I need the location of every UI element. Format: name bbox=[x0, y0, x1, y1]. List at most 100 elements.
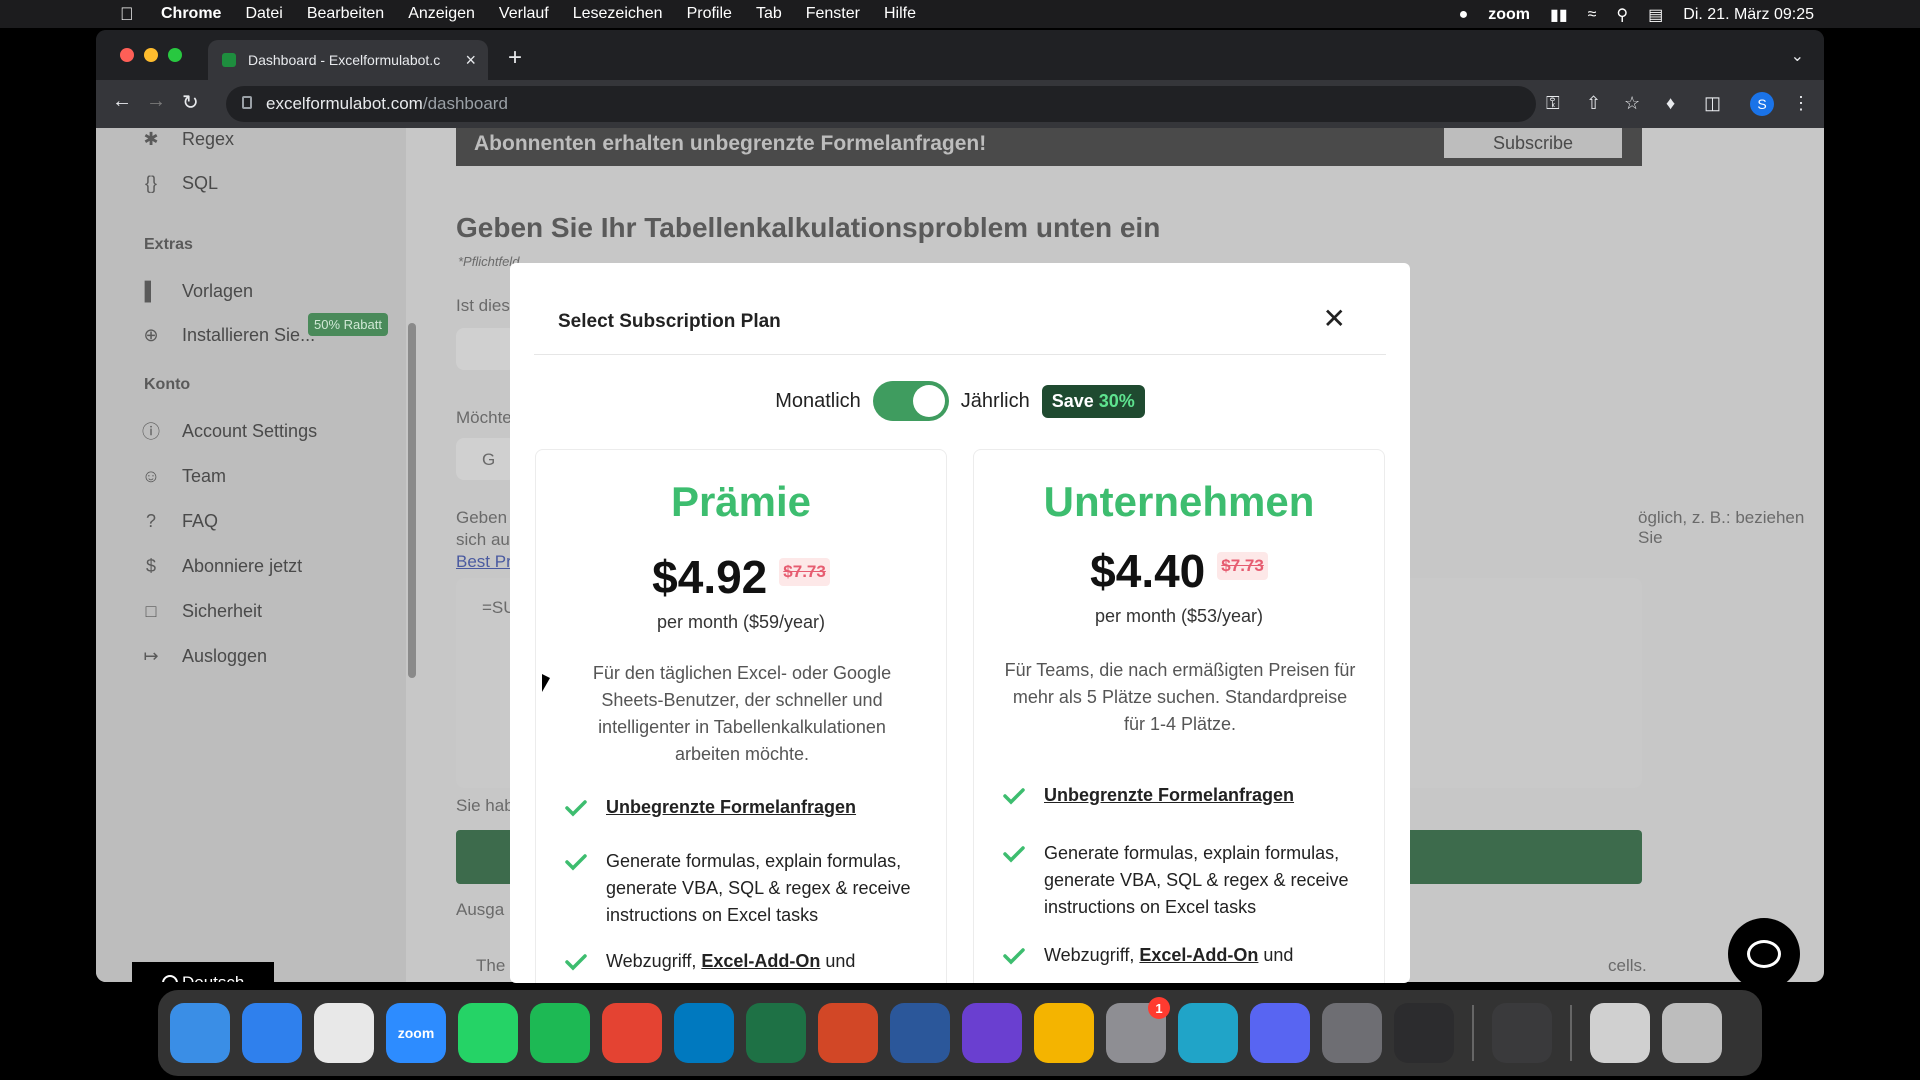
tab-dashboard[interactable]: Dashboard - Excelformulabot.c × bbox=[208, 40, 488, 80]
sidebar-item-faq[interactable]: ? FAQ bbox=[140, 510, 218, 532]
powerpoint-icon[interactable] bbox=[818, 1003, 878, 1063]
reload-icon[interactable]: ↻ bbox=[182, 90, 199, 115]
lock-icon[interactable] bbox=[242, 96, 252, 109]
subscribe-button[interactable]: Subscribe bbox=[1444, 128, 1622, 158]
plan-feature: Unbegrenzte Formelanfragen bbox=[564, 794, 934, 821]
menu-hilfe[interactable]: Hilfe bbox=[884, 5, 916, 23]
menu-app-name[interactable]: Chrome bbox=[161, 5, 221, 23]
language-selector[interactable]: Deutsch bbox=[132, 962, 274, 982]
menu-anzeigen[interactable]: Anzeigen bbox=[408, 5, 475, 23]
side-panel-icon[interactable]: ◫ bbox=[1704, 93, 1721, 114]
menu-bearbeiten[interactable]: Bearbeiten bbox=[307, 5, 384, 23]
sidebar-item-installieren[interactable]: ⊕ Installieren Sie... bbox=[140, 324, 315, 346]
sidebar-scrollbar[interactable] bbox=[408, 323, 416, 678]
instruction-text-2: sich au bbox=[456, 530, 510, 549]
mouse-cursor bbox=[542, 674, 550, 692]
feature-prefix: Webzugriff, bbox=[1044, 945, 1140, 965]
plan-feature: Unbegrenzte Formelanfragen bbox=[1002, 782, 1372, 809]
zoom-status[interactable]: zoom bbox=[1488, 6, 1530, 24]
plan-description: Für Teams, die nach ermäßigten Preisen f… bbox=[1004, 660, 1356, 734]
close-tab-icon[interactable]: × bbox=[465, 50, 476, 71]
plan-card-praemie[interactable]: Prämie $4.92 $7.73 per month ($59/year) … bbox=[535, 449, 947, 983]
password-key-icon[interactable]: ⚿ bbox=[1546, 93, 1560, 114]
minimize-window-button[interactable] bbox=[144, 48, 158, 62]
finder-icon[interactable] bbox=[170, 1003, 230, 1063]
plan-card-unternehmen[interactable]: Unternehmen $4.40 $7.73 per month ($53/y… bbox=[973, 449, 1385, 983]
new-tab-icon[interactable]: + bbox=[508, 44, 522, 72]
save-badge: Save 30% bbox=[1041, 384, 1145, 418]
sidebar-item-regex[interactable]: ✱ Regex bbox=[140, 128, 234, 150]
sidebar-item-vorlagen[interactable]: ▌ Vorlagen bbox=[140, 280, 253, 302]
voice-memos-icon[interactable] bbox=[1394, 1003, 1454, 1063]
browser-icon[interactable] bbox=[1178, 1003, 1238, 1063]
system-settings-icon[interactable]: 1 bbox=[1106, 997, 1170, 1063]
menu-datetime[interactable]: Di. 21. März 09:25 bbox=[1683, 6, 1814, 24]
bookmark-star-icon[interactable]: ☆ bbox=[1624, 93, 1640, 114]
maximize-window-button[interactable] bbox=[168, 48, 182, 62]
yearly-label[interactable]: Jährlich bbox=[961, 390, 1030, 413]
question-input-1[interactable] bbox=[456, 328, 516, 370]
discord-icon[interactable] bbox=[1250, 1003, 1310, 1063]
feature-text: Webzugriff, Excel-Add-On und bbox=[606, 948, 855, 975]
profile-avatar[interactable]: S bbox=[1750, 92, 1774, 116]
quicktime-icon[interactable] bbox=[1322, 1003, 1382, 1063]
extensions-puzzle-icon[interactable]: ♦ bbox=[1666, 93, 1675, 114]
close-window-button[interactable] bbox=[120, 48, 134, 62]
apple-menu-icon[interactable]:  bbox=[120, 4, 134, 25]
menu-fenster[interactable]: Fenster bbox=[806, 5, 860, 23]
check-icon bbox=[1003, 948, 1025, 965]
sidebar-item-account-settings[interactable]: ⓘ Account Settings bbox=[140, 420, 317, 443]
excel-addon-link[interactable]: Excel-Add-On bbox=[1139, 945, 1258, 965]
billing-period-toggle[interactable] bbox=[872, 381, 949, 421]
menu-datei[interactable]: Datei bbox=[245, 5, 282, 23]
excel-addon-link[interactable]: Excel-Add-On bbox=[701, 951, 820, 971]
address-bar[interactable]: excelformulabot.com/dashboard bbox=[226, 86, 1536, 122]
trello-icon[interactable] bbox=[674, 1003, 734, 1063]
question-label-2: Möchte bbox=[456, 408, 512, 427]
menu-verlauf[interactable]: Verlauf bbox=[499, 5, 549, 23]
sidebar-item-abonniere[interactable]: $ Abonniere jetzt bbox=[140, 555, 302, 577]
sidebar-item-team[interactable]: ☺ Team bbox=[140, 465, 226, 487]
menu-tab[interactable]: Tab bbox=[756, 5, 782, 23]
back-arrow-icon[interactable]: ← bbox=[112, 90, 132, 113]
spotlight-search-icon[interactable]: ⚲ bbox=[1616, 5, 1628, 25]
sidebar-item-label: Vorlagen bbox=[182, 280, 254, 301]
chrome-icon[interactable] bbox=[314, 1003, 374, 1063]
check-icon bbox=[565, 800, 587, 817]
sidebar-item-ausloggen[interactable]: ↦ Ausloggen bbox=[140, 645, 267, 667]
word-icon[interactable] bbox=[890, 1003, 950, 1063]
close-icon[interactable]: ✕ bbox=[1323, 305, 1346, 333]
battery-icon[interactable]: ▮▮ bbox=[1550, 5, 1568, 25]
feature-link[interactable]: Unbegrenzte Formelanfragen bbox=[606, 794, 856, 821]
menu-lesezeichen[interactable]: Lesezeichen bbox=[573, 5, 663, 23]
sidebar-item-sicherheit[interactable]: □ Sicherheit bbox=[140, 600, 262, 622]
zoom-icon[interactable]: zoom bbox=[386, 1003, 446, 1063]
whatsapp-icon[interactable] bbox=[458, 1003, 518, 1063]
forward-arrow-icon[interactable]: → bbox=[146, 90, 166, 113]
screen-record-icon[interactable]: ● bbox=[1459, 6, 1469, 24]
wifi-icon[interactable]: ≈ bbox=[1588, 6, 1597, 24]
imovie-icon[interactable] bbox=[962, 1003, 1022, 1063]
language-label: Deutsch bbox=[182, 973, 244, 982]
monthly-label[interactable]: Monatlich bbox=[775, 390, 861, 413]
kebab-menu-icon[interactable]: ⋮ bbox=[1792, 93, 1810, 114]
chat-support-button[interactable] bbox=[1728, 918, 1800, 982]
spotify-icon[interactable] bbox=[530, 1003, 590, 1063]
trash-icon[interactable] bbox=[1662, 1003, 1722, 1063]
google-drive-icon[interactable] bbox=[1034, 1003, 1094, 1063]
menu-profile[interactable]: Profile bbox=[687, 5, 732, 23]
excel-icon[interactable] bbox=[746, 1003, 806, 1063]
plan-per-month: per month ($53/year) bbox=[1094, 606, 1264, 626]
feature-link[interactable]: Unbegrenzte Formelanfragen bbox=[1044, 782, 1294, 809]
price-row: $4.92 $7.73 bbox=[536, 550, 946, 604]
safari-icon[interactable] bbox=[242, 1003, 302, 1063]
sidebar-item-sql[interactable]: {} SQL bbox=[140, 172, 218, 194]
todoist-icon[interactable] bbox=[602, 1003, 662, 1063]
sheets-favicon-icon bbox=[222, 53, 236, 67]
share-icon[interactable]: ⇧ bbox=[1586, 93, 1601, 114]
downloads-folder-icon[interactable] bbox=[1590, 1003, 1650, 1063]
control-center-icon[interactable]: ▤ bbox=[1648, 5, 1663, 25]
best-practices-link[interactable]: Best Pr bbox=[456, 552, 512, 572]
calculator-icon[interactable] bbox=[1492, 1003, 1552, 1063]
tab-search-chevron-icon[interactable]: ⌄ bbox=[1791, 46, 1804, 66]
